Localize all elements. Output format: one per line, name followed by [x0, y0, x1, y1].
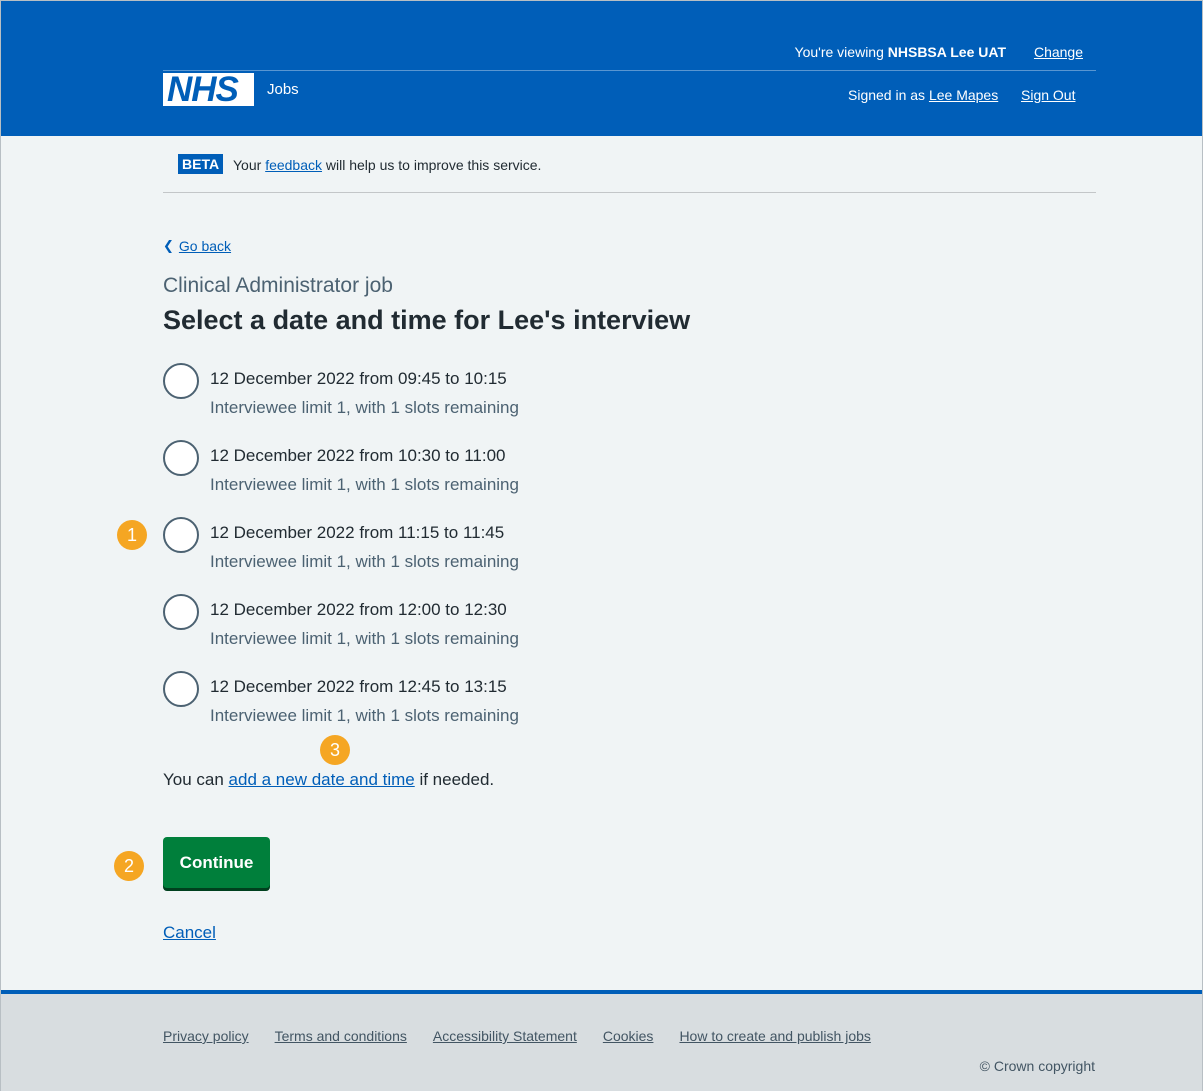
feedback-link[interactable]: feedback [265, 157, 322, 173]
signed-in-as: Signed in as Lee Mapes [848, 87, 999, 103]
viewing-organisation: You're viewing NHSBSA Lee UAT [794, 44, 1006, 60]
copyright: © Crown copyright [979, 1058, 1095, 1074]
sign-out-link[interactable]: Sign Out [1021, 87, 1075, 103]
interview-slot-option[interactable]: 12 December 2022 from 10:30 to 11:00 Int… [163, 440, 763, 500]
footer-links: Privacy policy Terms and conditions Access… [163, 1028, 897, 1044]
cancel-link[interactable]: Cancel [163, 923, 216, 943]
change-organisation-link[interactable]: Change [1034, 44, 1083, 60]
organisation-name: NHSBSA Lee UAT [887, 44, 1006, 60]
user-account-link[interactable]: Lee Mapes [929, 87, 998, 103]
slot-label[interactable]: 12 December 2022 from 12:45 to 13:15 [210, 677, 507, 697]
beta-text: Your feedback will help us to improve th… [233, 157, 542, 173]
slot-hint: Interviewee limit 1, with 1 slots remain… [210, 552, 519, 571]
job-caption: Clinical Administrator job [163, 274, 393, 297]
continue-button[interactable]: Continue [163, 837, 270, 888]
slot-hint: Interviewee limit 1, with 1 slots remain… [210, 475, 519, 494]
beta-banner: BETA Your feedback will help us to impro… [163, 150, 1096, 193]
slot-hint: Interviewee limit 1, with 1 slots remain… [210, 398, 519, 417]
interview-slot-option[interactable]: 12 December 2022 from 09:45 to 10:15 Int… [163, 363, 763, 423]
interview-slot-option[interactable]: 12 December 2022 from 12:00 to 12:30 Int… [163, 594, 763, 654]
nhs-logo[interactable]: NHS [163, 70, 254, 109]
slot-label[interactable]: 12 December 2022 from 10:30 to 11:00 [210, 446, 505, 466]
page-title: Select a date and time for Lee's intervi… [163, 305, 691, 335]
cookies-link[interactable]: Cookies [603, 1028, 654, 1044]
service-name: Jobs [267, 81, 299, 98]
site-header: You're viewing NHSBSA Lee UAT Change NHS… [0, 0, 1203, 136]
interview-slot-option[interactable]: 12 December 2022 from 12:45 to 13:15 Int… [163, 671, 763, 731]
terms-link[interactable]: Terms and conditions [275, 1028, 407, 1044]
step-marker-1: 1 [117, 520, 147, 550]
interview-slot-option[interactable]: 12 December 2022 from 11:15 to 11:45 Int… [163, 517, 763, 577]
radio-button[interactable] [163, 517, 199, 553]
radio-button[interactable] [163, 671, 199, 707]
slot-hint: Interviewee limit 1, with 1 slots remain… [210, 706, 519, 725]
step-marker-2: 2 [114, 851, 144, 881]
privacy-policy-link[interactable]: Privacy policy [163, 1028, 249, 1044]
chevron-left-icon: ❮ [163, 238, 174, 253]
add-date-text: You can add a new date and time if neede… [163, 770, 495, 789]
go-back-link[interactable]: ❮ Go back [163, 238, 231, 255]
radio-button[interactable] [163, 594, 199, 630]
slot-label[interactable]: 12 December 2022 from 11:15 to 11:45 [210, 523, 504, 543]
site-footer: Privacy policy Terms and conditions Access… [0, 990, 1203, 1091]
slot-label[interactable]: 12 December 2022 from 12:00 to 12:30 [210, 600, 507, 620]
how-to-publish-jobs-link[interactable]: How to create and publish jobs [679, 1028, 870, 1044]
accessibility-statement-link[interactable]: Accessibility Statement [433, 1028, 577, 1044]
slot-label[interactable]: 12 December 2022 from 09:45 to 10:15 [210, 369, 507, 389]
step-marker-3: 3 [320, 735, 350, 765]
slot-hint: Interviewee limit 1, with 1 slots remain… [210, 629, 519, 648]
radio-button[interactable] [163, 440, 199, 476]
add-new-date-link[interactable]: add a new date and time [229, 770, 415, 789]
beta-tag: BETA [178, 154, 224, 174]
radio-button[interactable] [163, 363, 199, 399]
organisation-row: You're viewing NHSBSA Lee UAT Change [163, 40, 1096, 71]
